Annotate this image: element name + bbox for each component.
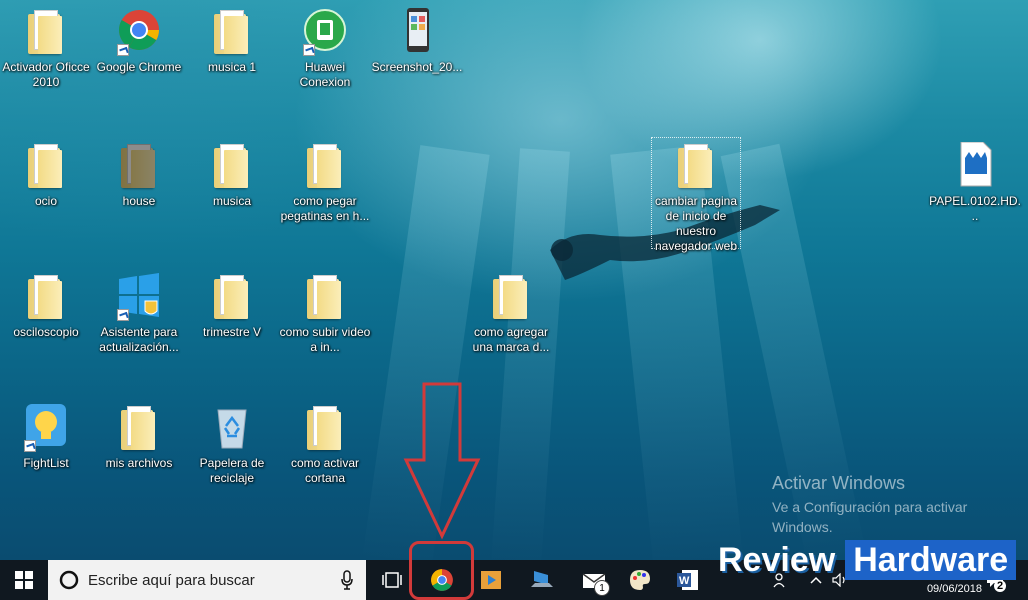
taskbar-paint[interactable]	[620, 560, 660, 600]
icon-label: osciloscopio	[13, 325, 79, 339]
folder-icon	[24, 273, 68, 321]
icon-label: Screenshot_20...	[371, 60, 463, 74]
folder-icon	[674, 142, 718, 190]
chrome-icon	[117, 8, 161, 56]
laptop-icon	[531, 571, 553, 587]
icon-label: Activador Oficce 2010	[2, 60, 90, 89]
icon-label: ocio	[34, 194, 57, 208]
cortana-circle-icon	[59, 570, 79, 590]
task-view-icon	[382, 572, 402, 588]
folder-icon	[210, 142, 254, 190]
icon-label: musica	[212, 194, 251, 208]
icon-label: musica 1	[207, 60, 257, 74]
task-view-button[interactable]	[372, 560, 412, 600]
huawei-icon	[303, 8, 347, 56]
icon-label: FightList	[23, 456, 69, 470]
notification-count: 2	[994, 580, 1007, 592]
folder-icon	[24, 142, 68, 190]
desktop-icon-cambiar[interactable]: cambiar pagina de inicio de nuestro nave…	[650, 142, 742, 254]
icon-label: Papelera de reciclaje	[199, 456, 265, 485]
shortcut-arrow-icon	[24, 440, 36, 452]
annotation-highlight-box	[409, 541, 474, 600]
folder-icon	[117, 404, 161, 452]
activation-subtitle: Ve a Configuración para activar Windows.	[772, 499, 968, 535]
recycle-bin-icon	[210, 404, 254, 452]
media-player-icon	[481, 571, 501, 589]
desktop-icon-house[interactable]: house	[93, 142, 185, 209]
logo-hardware-text: Hardware	[845, 540, 1017, 580]
shortcut-arrow-icon	[117, 44, 129, 56]
search-box[interactable]: Escribe aquí para buscar	[48, 560, 366, 600]
folder-icon	[210, 8, 254, 56]
icon-label: como activar cortana	[290, 456, 360, 485]
taskbar-mail[interactable]: 1	[574, 560, 614, 600]
desktop-icon-papel[interactable]: PAPEL.0102.HD...	[929, 141, 1021, 224]
taskbar-media-player[interactable]	[472, 560, 510, 600]
icon-label: como pegar pegatinas en h...	[280, 194, 370, 223]
logo-review-text: Review	[718, 540, 836, 579]
word-icon: W	[677, 570, 698, 590]
annotation-down-arrow-icon	[403, 382, 481, 540]
activation-title: Activar Windows	[772, 473, 906, 493]
taskbar-word[interactable]: W	[668, 560, 708, 600]
desktop-icon-subirvideo[interactable]: como subir video a in...	[279, 273, 371, 355]
desktop-icon-musica[interactable]: musica	[186, 142, 278, 209]
folder-icon	[210, 273, 254, 321]
desktop-icon-cortana[interactable]: como activar cortana	[279, 404, 371, 486]
icon-label: PAPEL.0102.HD...	[929, 194, 1021, 223]
desktop-background: Activador Oficce 2010 Google Chrome musi…	[0, 0, 1028, 560]
icon-label: trimestre V	[202, 325, 261, 339]
desktop-icon-papelera[interactable]: Papelera de reciclaje	[186, 404, 278, 486]
start-button[interactable]	[0, 560, 48, 600]
mail-badge: 1	[594, 580, 610, 596]
icon-label: cambiar pagina de inicio de nuestro nave…	[654, 194, 738, 253]
desktop-icon-screenshot[interactable]: Screenshot_20...	[371, 8, 463, 75]
desktop-icon-trimestre[interactable]: trimestre V	[186, 273, 278, 340]
shortcut-arrow-icon	[117, 309, 129, 321]
desktop-icon-huawei[interactable]: Huawei Conexion	[279, 8, 371, 90]
video-file-icon	[953, 141, 997, 190]
windows-start-icon	[15, 571, 33, 589]
desktop-icon-misarchivos[interactable]: mis archivos	[93, 404, 185, 471]
desktop-icon-ocio[interactable]: ocio	[0, 142, 92, 209]
desktop-icon-fightlist[interactable]: FightList	[0, 404, 92, 471]
review-hardware-logo: Review Hardware	[718, 540, 1017, 580]
icon-label: mis archivos	[105, 456, 173, 470]
icon-label: como subir video a in...	[279, 325, 371, 354]
desktop-icon-osciloscopio[interactable]: osciloscopio	[0, 273, 92, 340]
desktop-icon-musica1[interactable]: musica 1	[186, 8, 278, 75]
microphone-icon[interactable]	[340, 570, 354, 590]
folder-icon	[117, 142, 161, 190]
folder-icon	[489, 273, 533, 321]
icon-label: Google Chrome	[96, 60, 182, 74]
folder-icon	[303, 142, 347, 190]
paint-palette-icon	[630, 570, 650, 590]
desktop-icon-chrome[interactable]: Google Chrome	[93, 8, 185, 75]
taskbar-this-pc[interactable]	[522, 560, 562, 600]
folder-icon	[303, 404, 347, 452]
search-placeholder: Escribe aquí para buscar	[88, 571, 255, 589]
fightlist-icon	[24, 404, 68, 452]
folder-icon	[303, 273, 347, 321]
desktop-icon-marca[interactable]: como agregar una marca d...	[465, 273, 557, 355]
phone-screenshot-icon	[395, 8, 439, 56]
svg-text:W: W	[679, 575, 690, 587]
desktop-icon-pegatinas[interactable]: como pegar pegatinas en h...	[279, 142, 371, 224]
desktop-icon-activador[interactable]: Activador Oficce 2010	[0, 8, 92, 90]
taskbar-date[interactable]: 09/06/2018	[927, 583, 982, 595]
windows-logo-icon	[117, 273, 161, 321]
icon-label: Asistente para actualización...	[99, 325, 179, 354]
desktop-icon-asistente[interactable]: Asistente para actualización...	[93, 273, 185, 355]
folder-icon	[24, 8, 68, 56]
icon-label: Huawei Conexion	[299, 60, 351, 89]
shortcut-arrow-icon	[303, 44, 315, 56]
icon-label: house	[122, 194, 156, 208]
icon-label: como agregar una marca d...	[472, 325, 550, 354]
